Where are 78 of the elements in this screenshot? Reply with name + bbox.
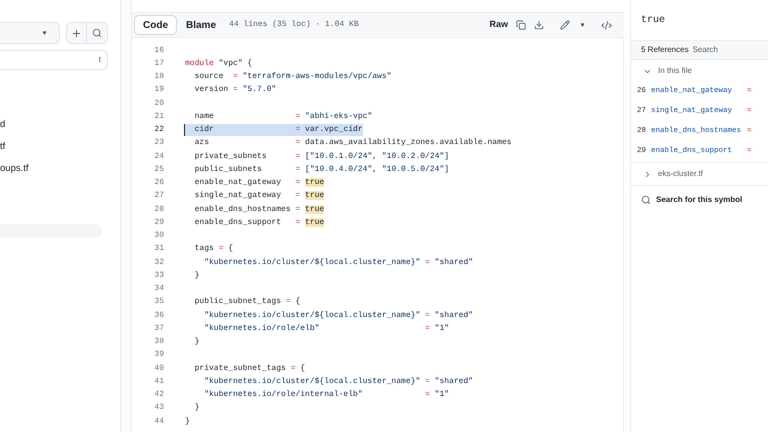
references-count: 5 References [641,44,689,56]
line-number: 17 [153,58,164,70]
search-icon [92,28,102,38]
code-line: version = "5.7.0" [194,84,276,96]
line-number: 30 [153,230,164,242]
file-tree-item[interactable]: d [0,118,102,132]
reference-group[interactable]: In this file [631,60,768,82]
search-symbol-link[interactable]: Search for this symbol [656,194,742,206]
code-line: enable_dns_support = true [194,216,324,229]
code-line: module "vpc" { [184,58,252,70]
code-line: "kubernetes.io/cluster/${local.cluster_name}" = "shared" [203,376,474,388]
code-line: "kubernetes.io/role/internal-elb" = "1" [203,389,450,402]
line-number: 22 [153,124,164,136]
line-number: 26 [153,177,164,190]
code-line: "kubernetes.io/cluster/${local.cluster_name}" = "shared" [203,310,474,322]
line-number: 16 [153,44,164,57]
code-line: tags = { [194,243,234,256]
line-number: 39 [153,349,164,362]
code-line: } [194,402,200,414]
plus-icon [71,28,82,38]
code-line: "kubernetes.io/cluster/${local.cluster_name}" = "shared" [203,256,474,269]
line-number: 37 [153,322,164,335]
code-line: name = "abhi-eks-vpc" [194,110,372,123]
file-tree-item[interactable]: oups.tf [0,162,102,176]
view-tab[interactable]: Blame [177,15,226,35]
code-line: } [184,416,190,428]
line-number: 36 [153,310,164,322]
search-tab[interactable]: Search [692,44,718,56]
file-tree-item[interactable]: tf [0,140,102,154]
line-number: 42 [153,389,164,402]
line-number: 18 [153,71,164,84]
line-number: 33 [153,270,164,282]
code-line: public_subnets = ["10.0.4.0/24", "10.0.5.0/24"] [194,164,450,176]
line-number: 43 [153,402,164,414]
edit-icon[interactable] [560,20,570,30]
line-number: 32 [153,256,164,269]
code-line: enable_dns_hostnames = true [194,204,324,216]
caret-icon[interactable] [580,23,585,27]
code-line: source = "terraform-aws-modules/vpc/aws" [194,71,392,84]
reference-group[interactable]: eks-cluster.tf [631,163,768,185]
group-label: In this file [658,65,692,77]
line-number: 19 [153,84,164,96]
line-number: 35 [153,296,164,308]
download-icon[interactable] [534,20,544,30]
line-number: 20 [153,98,164,110]
symbol-name: true [641,14,666,28]
symbols-icon[interactable] [601,20,612,30]
line-number: 21 [153,110,164,123]
code-line: azs = data.aws_availability_zones.available.names [194,137,512,150]
code-line: single_nat_gateway = true [194,190,324,202]
line-number: 38 [153,336,164,348]
caret-icon [42,31,47,35]
line-number: 31 [153,243,164,256]
code-line: public_subnet_tags = { [194,296,300,308]
file-info: 44 lines (35 loc) · 1.04 KB [229,19,359,31]
line-number: 34 [153,283,164,296]
code-line: enable_nat_gateway = true [194,177,324,190]
line-number: 44 [153,416,164,428]
filter-field[interactable]: t [0,50,108,70]
line-number: 40 [153,362,164,375]
raw-button[interactable]: Raw [485,18,512,32]
line-number: 24 [153,150,164,163]
shortcut-key: t [98,54,101,66]
line-number: 41 [153,376,164,388]
line-number: 25 [153,164,164,176]
line-number: 29 [153,216,164,229]
code-line: } [194,336,200,348]
group-label: eks-cluster.tf [658,168,703,180]
line-number: 28 [153,204,164,216]
code-line: private_subnets = ["10.0.1.0/24", "10.0.2.0/24"] [194,150,450,163]
view-tab[interactable]: Code [134,15,177,35]
search-icon [641,194,651,204]
copy-icon[interactable] [516,20,526,30]
code-line: } [194,270,200,282]
line-number: 23 [153,137,164,150]
line-number: 27 [153,190,164,202]
code-line: private_subnet_tags = { [194,362,306,375]
code-line: "kubernetes.io/role/elb" = "1" [203,322,450,335]
